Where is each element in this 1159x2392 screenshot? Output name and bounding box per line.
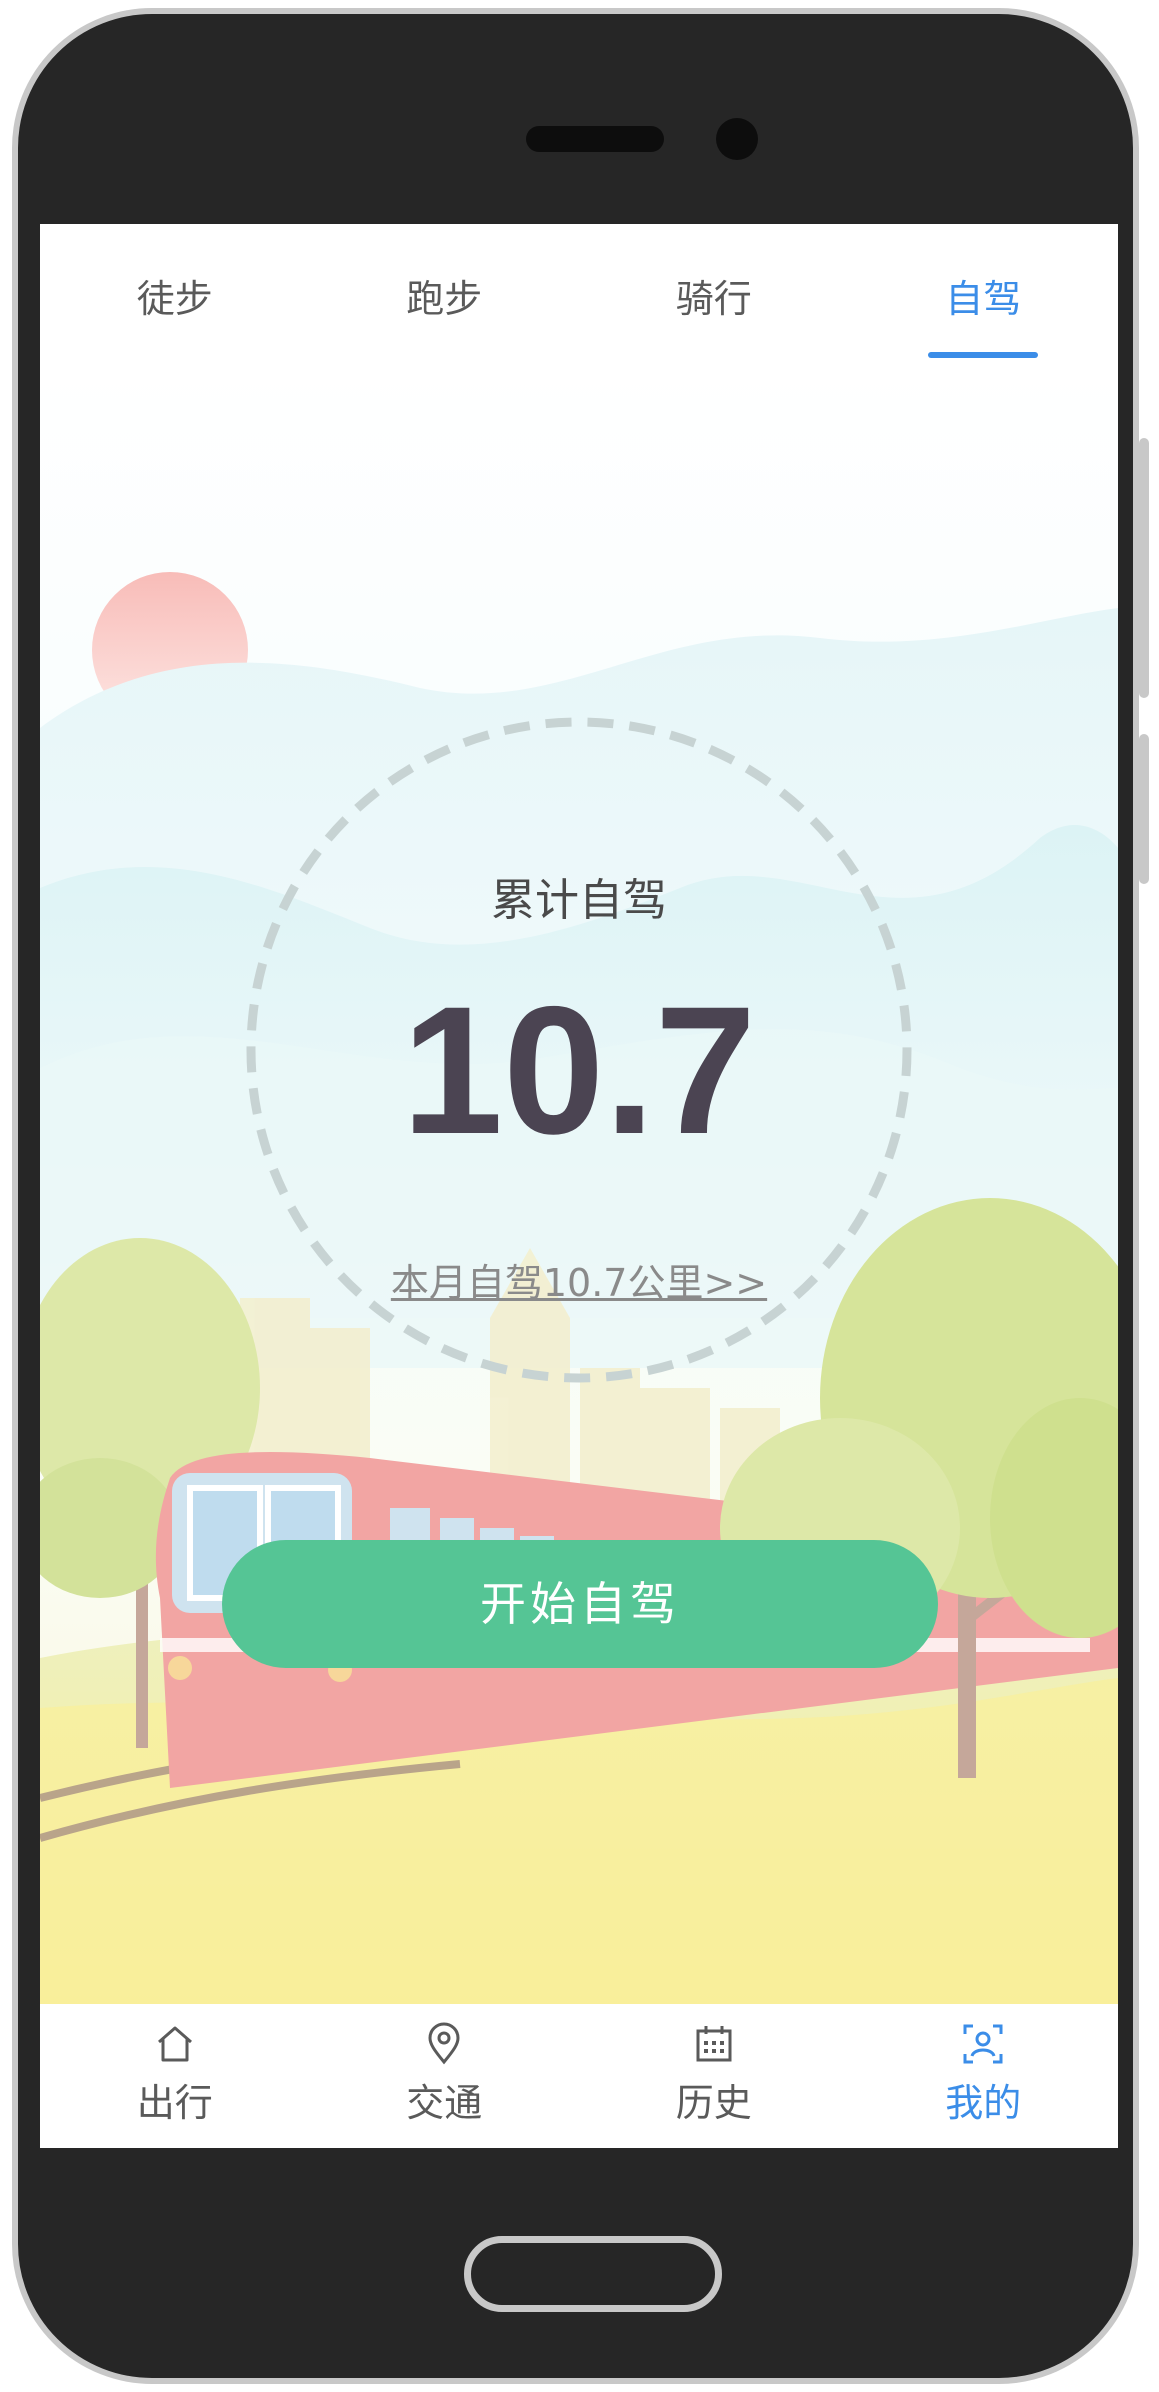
calendar-icon xyxy=(696,2026,732,2062)
monthly-distance-link[interactable]: 本月自驾10.7公里>> xyxy=(40,1252,1118,1307)
front-camera xyxy=(716,118,758,160)
app-screen: 徒步 跑步 骑行 自驾 累计自驾 10.7 本月自驾10.7公里>> 开始自驾 … xyxy=(40,224,1118,2148)
power-button xyxy=(1139,734,1149,884)
tab-self-driving[interactable]: 自驾 xyxy=(849,224,1119,368)
home-icon xyxy=(157,2026,192,2062)
tab-hiking[interactable]: 徒步 xyxy=(40,224,310,368)
volume-button xyxy=(1139,438,1149,698)
tab-label: 跑步 xyxy=(406,277,483,321)
start-driving-button[interactable]: 开始自驾 xyxy=(222,1540,938,1668)
tab-running[interactable]: 跑步 xyxy=(310,224,580,368)
tab-cycling[interactable]: 骑行 xyxy=(579,224,849,368)
nav-item-travel[interactable]: 出行 xyxy=(40,2004,310,2148)
background-illustration xyxy=(40,368,1118,2004)
total-distance-value: 10.7 xyxy=(401,968,757,1172)
tab-label: 徒步 xyxy=(136,277,213,321)
nav-label: 出行 xyxy=(136,2081,213,2125)
nav-item-history[interactable]: 历史 xyxy=(579,2004,849,2148)
nav-label: 我的 xyxy=(945,2081,1022,2125)
mode-tabs: 徒步 跑步 骑行 自驾 xyxy=(40,224,1118,368)
tab-label: 骑行 xyxy=(675,277,752,321)
bottom-navigation: 出行 交通 历史 我的 xyxy=(40,2004,1118,2148)
nav-label: 历史 xyxy=(675,2081,752,2125)
total-label: 累计自驾 xyxy=(491,875,667,926)
user-scan-icon xyxy=(963,2024,1003,2064)
home-button[interactable] xyxy=(464,2236,722,2312)
speaker-grille xyxy=(526,126,664,152)
landscape-illustration xyxy=(40,368,1118,2004)
location-pin-icon xyxy=(428,2022,460,2065)
nav-item-mine[interactable]: 我的 xyxy=(849,2004,1119,2148)
tab-label: 自驾 xyxy=(945,277,1022,321)
nav-label: 交通 xyxy=(406,2081,483,2125)
nav-item-traffic[interactable]: 交通 xyxy=(310,2004,580,2148)
